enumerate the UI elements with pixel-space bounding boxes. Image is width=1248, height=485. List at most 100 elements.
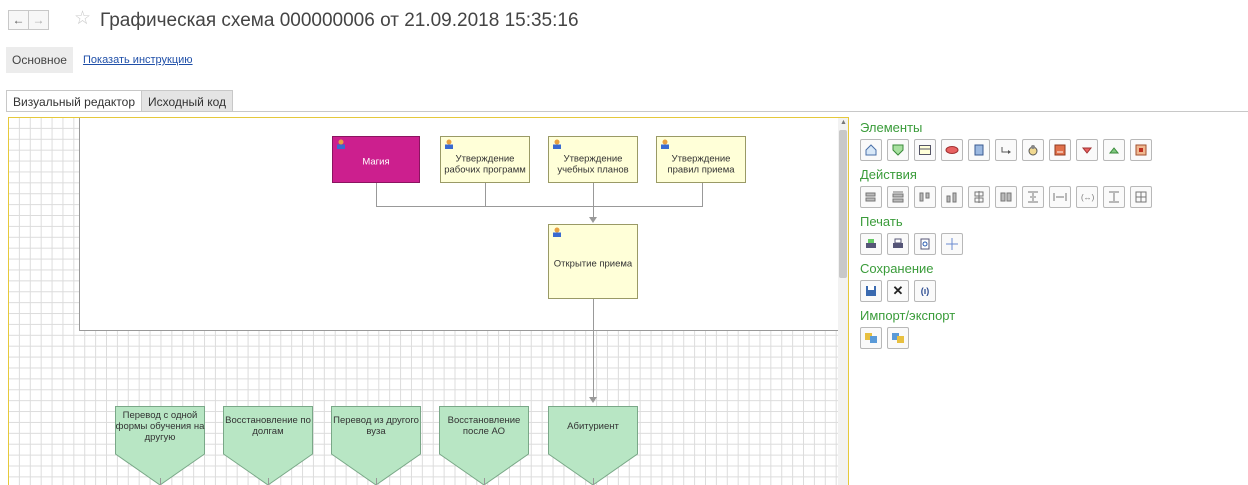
- node-restore-debts[interactable]: Восстановление по долгам: [223, 406, 313, 485]
- print-setup-button[interactable]: [860, 233, 882, 255]
- cancel-button[interactable]: ✕: [887, 280, 909, 302]
- decision-button[interactable]: [1103, 139, 1125, 161]
- node-label: Перевод из другого вуза: [333, 415, 419, 437]
- export-icon: [892, 333, 904, 343]
- node-applicant[interactable]: Абитуриент: [548, 406, 638, 485]
- subprocess-button[interactable]: [1022, 139, 1044, 161]
- scrollbar-thumb[interactable]: [839, 130, 847, 278]
- distribute-h-icon: [1053, 193, 1067, 201]
- arrow-left-icon: ←: [12, 13, 25, 27]
- node-label: Абитуриент: [567, 421, 619, 432]
- align-center-v-button[interactable]: [995, 186, 1017, 208]
- connector-line: [702, 182, 703, 206]
- split-button[interactable]: [968, 139, 990, 161]
- processing-button[interactable]: [1049, 139, 1071, 161]
- node-open-admission[interactable]: Открытие приема: [548, 224, 638, 299]
- node-label: Магия: [362, 156, 390, 168]
- node-transfer-form[interactable]: Перевод с одной формы обучения на другую: [115, 406, 205, 485]
- end-icon: [892, 144, 904, 156]
- user-icon: [553, 139, 561, 149]
- print-button[interactable]: [887, 233, 909, 255]
- page-layout-icon: [946, 238, 958, 250]
- section-elements-title: Элементы: [860, 120, 923, 135]
- page-title: Графическая схема 000000006 от 21.09.201…: [100, 10, 579, 31]
- connector-line: [485, 182, 486, 206]
- page-layout-button[interactable]: [941, 233, 963, 255]
- align-bottom-button[interactable]: [941, 186, 963, 208]
- distribute-h-button[interactable]: [1049, 186, 1071, 208]
- align-center-h-button[interactable]: [968, 186, 990, 208]
- node-approve-rules[interactable]: Утверждение правил приема: [656, 136, 746, 183]
- end-button[interactable]: [887, 139, 909, 161]
- import-button[interactable]: [860, 327, 882, 349]
- editor-tabs: Визуальный редактор Исходный код: [6, 90, 234, 112]
- condition-button[interactable]: [941, 139, 963, 161]
- section-save-title: Сохранение: [860, 261, 934, 276]
- diagram-canvas[interactable]: Магия Утверждение рабочих программ Утвер…: [8, 117, 849, 485]
- forward-button[interactable]: →: [28, 10, 49, 30]
- connector-button[interactable]: [995, 139, 1017, 161]
- section-import-export-title: Импорт/экспорт: [860, 308, 956, 323]
- align-left-icon: [865, 192, 876, 202]
- merge-icon: [1081, 147, 1093, 154]
- node-transfer-university[interactable]: Перевод из другого вуза: [331, 406, 421, 485]
- export-source-button[interactable]: (ı): [914, 280, 936, 302]
- tab-divider: [6, 111, 1248, 112]
- save-icon: [866, 286, 876, 296]
- distribute-v-button[interactable]: [1022, 186, 1044, 208]
- print-toolbar: [860, 233, 1248, 255]
- equal-height-icon: [1109, 191, 1119, 203]
- node-label: Утверждение рабочих программ: [444, 152, 526, 175]
- export-button[interactable]: [887, 327, 909, 349]
- node-label: Восстановление после АО: [447, 415, 521, 437]
- merge-button[interactable]: [1076, 139, 1098, 161]
- activity-button[interactable]: [914, 139, 936, 161]
- show-instruction-link[interactable]: Показать инструкцию: [83, 54, 193, 66]
- cancel-icon: ✕: [892, 283, 904, 298]
- import-icon: [865, 333, 877, 343]
- connector-line: [160, 478, 161, 485]
- user-icon: [661, 139, 669, 149]
- condition-icon: [945, 146, 959, 154]
- arrow-head: [589, 217, 597, 223]
- node-approve-programs[interactable]: Утверждение рабочих программ: [440, 136, 530, 183]
- arrow-head: [589, 397, 597, 403]
- print-setup-icon: [866, 239, 876, 248]
- toolbox-panel: Элементы Действия (↔) Печать Сохранение: [860, 120, 1248, 355]
- equal-height-button[interactable]: [1103, 186, 1125, 208]
- tab-visual-editor[interactable]: Визуальный редактор: [6, 90, 143, 112]
- save-button[interactable]: [860, 280, 882, 302]
- user-icon: [553, 227, 561, 237]
- vertical-scrollbar[interactable]: ▲: [838, 118, 848, 485]
- scroll-up-icon[interactable]: ▲: [840, 119, 847, 126]
- node-approve-plans[interactable]: Утверждение учебных планов: [548, 136, 638, 183]
- decision-icon: [1108, 147, 1120, 154]
- align-center-h-icon: [974, 191, 984, 203]
- tab-source-code[interactable]: Исходный код: [141, 90, 234, 112]
- node-label: Перевод с одной формы обучения на другую: [115, 410, 205, 443]
- equal-spacing-icon: (↔): [1081, 193, 1094, 202]
- connector-line: [268, 478, 269, 485]
- pentagon-shape: [548, 406, 638, 485]
- align-right-button[interactable]: [887, 186, 909, 208]
- equal-spacing-button[interactable]: (↔): [1076, 186, 1098, 208]
- save-toolbar: ✕ (ı): [860, 280, 1248, 302]
- center-icon: [1135, 191, 1147, 203]
- actions-toolbar: (↔): [860, 186, 1248, 208]
- star-icon[interactable]: ☆: [74, 9, 91, 29]
- node-restore-ao[interactable]: Восстановление после АО: [439, 406, 529, 485]
- align-top-button[interactable]: [914, 186, 936, 208]
- center-button[interactable]: [1130, 186, 1152, 208]
- align-left-button[interactable]: [860, 186, 882, 208]
- back-button[interactable]: ←: [8, 10, 29, 30]
- connector-line: [376, 182, 377, 206]
- activity-icon: [919, 145, 931, 155]
- start-button[interactable]: [860, 139, 882, 161]
- stop-button[interactable]: [1130, 139, 1152, 161]
- section-actions-title: Действия: [860, 167, 917, 182]
- print-icon: [893, 238, 903, 248]
- node-magic[interactable]: Магия: [332, 136, 420, 183]
- print-preview-button[interactable]: [914, 233, 936, 255]
- main-command[interactable]: Основное: [6, 47, 73, 73]
- navigation-buttons: ← →: [8, 10, 49, 30]
